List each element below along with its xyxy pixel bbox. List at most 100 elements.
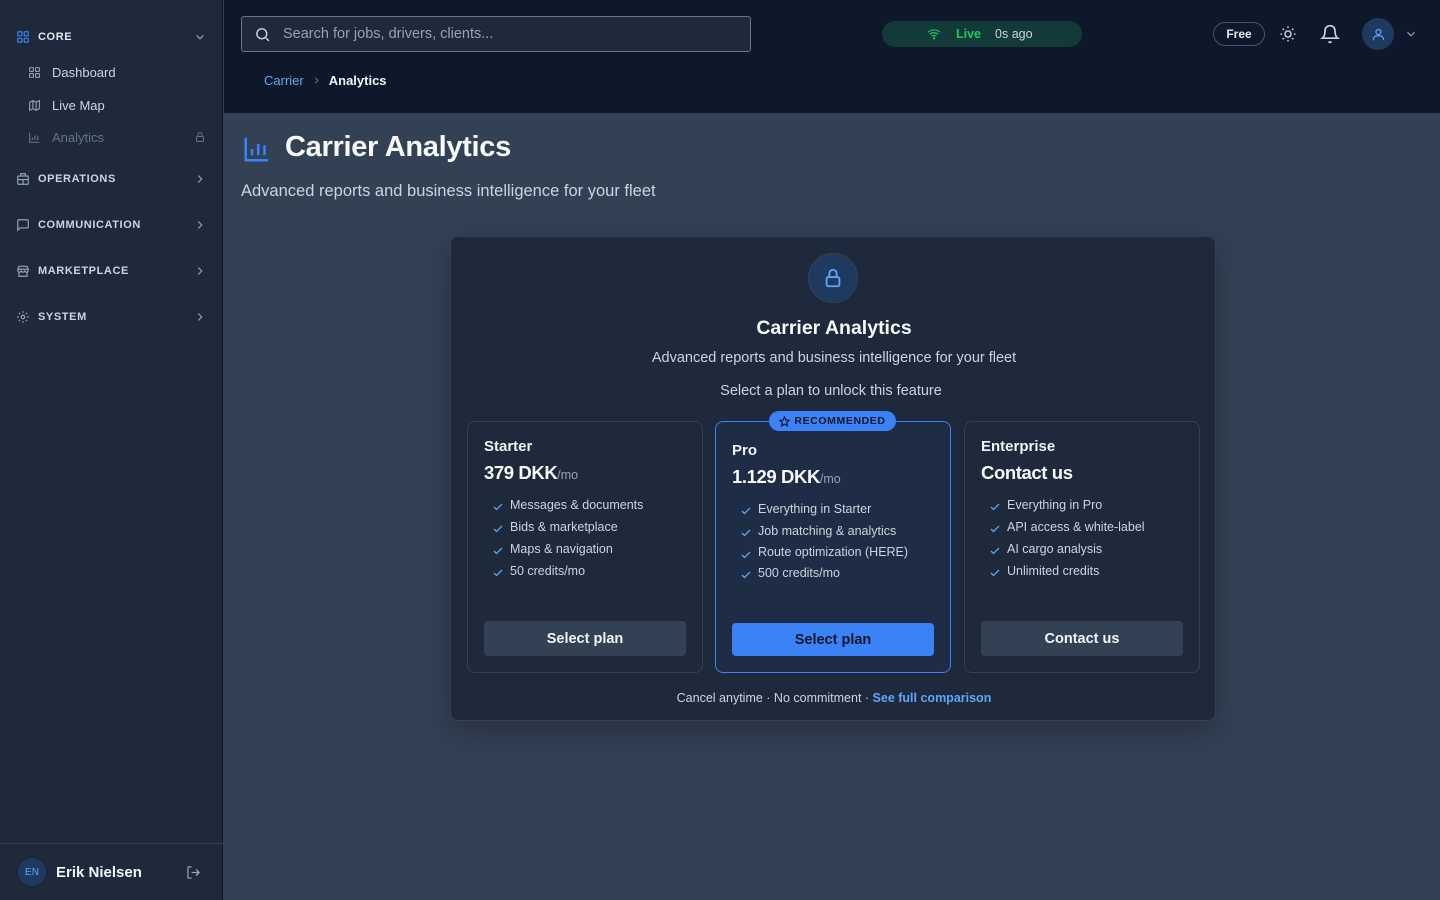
sidebar-item-label: Dashboard: [52, 64, 116, 80]
section-communication-label: COMMUNICATION: [38, 219, 141, 231]
plan-features: Everything in Starter Job matching & ana…: [741, 502, 923, 588]
sidebar-item-dashboard[interactable]: Dashboard: [12, 57, 212, 87]
upgrade-card: Carrier Analytics Advanced reports and b…: [450, 236, 1216, 721]
plan-name: Pro: [732, 442, 758, 459]
check-icon: [741, 571, 751, 579]
plan-feature: Bids & marketplace: [493, 520, 690, 535]
upgrade-subtitle: Advanced reports and business intelligen…: [651, 350, 1017, 366]
upgrade-footer-text: Cancel anytime · No commitment ·: [676, 691, 873, 705]
user-icon: [1372, 28, 1384, 40]
plan-feature-text: AI cargo analysis: [1007, 542, 1103, 556]
check-icon: [990, 525, 1000, 533]
star-icon: [779, 415, 791, 427]
plan-feature-text: Maps & navigation: [510, 542, 613, 556]
lock-icon: [825, 268, 841, 288]
sidebar-item-live-map[interactable]: Live Map: [12, 90, 212, 120]
chevron-right-icon: [197, 175, 203, 183]
chevron-right-icon: [197, 267, 203, 275]
search-box[interactable]: [241, 16, 751, 52]
sidebar-user: EN Erik Nielsen: [0, 843, 223, 900]
user-name: Erik Nielsen: [56, 863, 142, 881]
plan-name: Starter: [484, 438, 533, 455]
grid-icon: [29, 66, 40, 78]
section-system-label: SYSTEM: [38, 311, 87, 323]
plan-badge[interactable]: Free: [1213, 22, 1265, 46]
search-input[interactable]: [283, 26, 723, 42]
plan-price-amount: Contact us: [981, 462, 1073, 483]
sidebar-item-label: Live Map: [52, 97, 105, 113]
plan-price-period: /mo: [819, 472, 841, 486]
check-icon: [493, 547, 503, 555]
plan-price-period: /mo: [557, 468, 579, 482]
section-operations-label: OPERATIONS: [38, 173, 116, 185]
plan-price-amount: 379 DKK: [484, 462, 558, 483]
page-subtitle: Advanced reports and business intelligen…: [241, 182, 656, 200]
gear-icon: [17, 311, 29, 323]
breadcrumb: Carrier Analytics: [264, 73, 387, 88]
store-icon: [17, 265, 29, 277]
plan-feature-text: Job matching & analytics: [758, 524, 897, 538]
plan-features: Everything in Pro API access & white-lab…: [990, 498, 1192, 586]
plan-feature: Unlimited credits: [990, 564, 1192, 579]
plan-feature: AI cargo analysis: [990, 542, 1192, 557]
user-menu-avatar[interactable]: [1362, 18, 1394, 50]
bar-chart-icon: [244, 137, 269, 162]
chevron-down-icon[interactable]: [1404, 27, 1418, 41]
plan-card-enterprise: Enterprise Contact us Everything in Pro …: [964, 421, 1200, 673]
section-communication-toggle[interactable]: COMMUNICATION: [0, 213, 223, 237]
section-core-toggle[interactable]: CORE: [0, 25, 223, 49]
check-icon: [741, 507, 751, 515]
section-marketplace-toggle[interactable]: MARKETPLACE: [0, 259, 223, 283]
recommended-badge: RECOMMENDED: [769, 411, 896, 431]
sun-icon[interactable]: [1279, 25, 1297, 43]
plan-price: 1.129 DKK/mo: [732, 466, 841, 488]
contact-us-button[interactable]: Contact us: [981, 621, 1183, 656]
topbar: Live 0s ago Free Carrier Analytics: [224, 0, 1440, 113]
map-icon: [29, 99, 40, 111]
live-updated: 0s ago: [995, 27, 1033, 41]
message-icon: [17, 219, 29, 232]
search-icon: [256, 27, 270, 41]
plan-price: 379 DKK/mo: [484, 462, 578, 484]
upgrade-footer: Cancel anytime · No commitment · See ful…: [451, 691, 1217, 705]
check-icon: [741, 551, 751, 559]
sidebar: CORE Dashboard Live Map Analytics OPERAT…: [0, 0, 223, 900]
live-label: Live: [956, 27, 982, 41]
chevron-down-icon: [196, 34, 204, 40]
full-comparison-link[interactable]: See full comparison: [873, 691, 992, 705]
logout-icon[interactable]: [186, 865, 201, 880]
bell-icon[interactable]: [1320, 24, 1340, 44]
plan-name: Enterprise: [981, 438, 1056, 455]
plan-price-amount: 1.129 DKK: [732, 466, 820, 487]
breadcrumb-parent-link[interactable]: Carrier: [264, 73, 304, 88]
plan-feature-text: 50 credits/mo: [510, 564, 586, 578]
select-plan-pro-button[interactable]: Select plan: [732, 623, 934, 656]
plan-features: Messages & documents Bids & marketplace …: [493, 498, 690, 586]
lock-badge: [808, 253, 858, 303]
check-icon: [493, 503, 503, 511]
plan-feature-text: API access & white-label: [1007, 520, 1145, 534]
plan-feature: 500 credits/mo: [741, 566, 923, 581]
plan-feature: Job matching & analytics: [741, 524, 923, 539]
section-marketplace-label: MARKETPLACE: [38, 265, 129, 277]
plan-feature: Route optimization (HERE): [741, 546, 923, 559]
sidebar-item-analytics[interactable]: Analytics: [12, 122, 212, 152]
plan-card-pro: Pro 1.129 DKK/mo Everything in Starter J…: [715, 421, 951, 673]
plan-feature: 50 credits/mo: [493, 564, 690, 579]
check-icon: [741, 529, 751, 537]
section-core-label: CORE: [38, 31, 73, 43]
plan-feature-text: 500 credits/mo: [758, 566, 840, 580]
plan-feature: Everything in Pro: [990, 498, 1192, 513]
section-operations-toggle[interactable]: OPERATIONS: [0, 167, 223, 191]
select-plan-starter-button[interactable]: Select plan: [484, 621, 686, 656]
grid-icon: [17, 31, 29, 43]
chevron-right-icon: [197, 313, 203, 321]
bar-chart-icon: [29, 132, 40, 143]
plan-feature-text: Bids & marketplace: [510, 520, 618, 534]
page-title: Carrier Analytics: [285, 131, 511, 163]
check-icon: [493, 569, 503, 577]
check-icon: [990, 547, 1000, 555]
check-icon: [493, 525, 503, 533]
section-system-toggle[interactable]: SYSTEM: [0, 305, 223, 329]
plan-price: Contact us: [981, 462, 1073, 484]
